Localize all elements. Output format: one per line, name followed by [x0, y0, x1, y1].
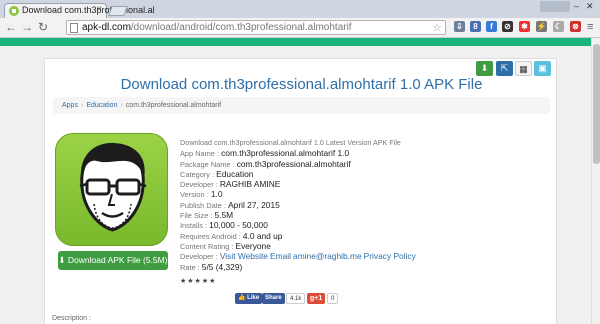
- google-plus-button[interactable]: g+1: [307, 293, 326, 304]
- detail-content-rating: Content Rating : Everyone: [180, 240, 271, 251]
- detail-developer-links: Developer : Visit Website Email amine@ra…: [180, 251, 416, 262]
- scrollbar-thumb[interactable]: [593, 44, 600, 164]
- site-header-bar: [0, 38, 600, 46]
- download-apk-button[interactable]: ⬇ Download APK File (5.5M): [58, 251, 168, 270]
- page-scrollbar[interactable]: [591, 38, 600, 324]
- extension-icon[interactable]: ⚡: [536, 21, 547, 32]
- breadcrumb-apps[interactable]: Apps: [62, 102, 78, 109]
- extension-icon[interactable]: ☾: [553, 21, 564, 32]
- app-icon: [55, 133, 168, 246]
- description-label: Description :: [52, 315, 91, 322]
- tab-close-icon[interactable]: ×: [96, 4, 102, 15]
- android-favicon-icon: [9, 6, 19, 16]
- app-panel: ⬇ ⇱ ▦ ▣ Download com.th3professional.alm…: [44, 58, 557, 324]
- extension-icon[interactable]: ✱: [519, 21, 530, 32]
- profile-chip[interactable]: [540, 1, 570, 12]
- back-icon[interactable]: ←: [5, 21, 17, 33]
- breadcrumb-education[interactable]: Education: [86, 102, 117, 109]
- email-label: Email: [270, 251, 291, 262]
- lock-action-button[interactable]: ▣: [534, 61, 551, 76]
- download-icon: ⬇: [58, 255, 68, 265]
- privacy-policy-link[interactable]: Privacy Policy: [364, 251, 416, 261]
- bookmark-star-icon[interactable]: ☆: [432, 21, 442, 34]
- detail-package-name: Package Name : com.th3professional.almoh…: [180, 158, 351, 169]
- extension-icon[interactable]: 8: [470, 21, 481, 32]
- qr-code-button[interactable]: ▦: [515, 61, 532, 76]
- visit-website-link[interactable]: Visit Website: [220, 251, 268, 261]
- facebook-share-button[interactable]: Share: [262, 293, 285, 304]
- forward-icon[interactable]: →: [21, 21, 33, 33]
- page-viewport: ⬇ ⇱ ▦ ▣ Download com.th3professional.alm…: [0, 38, 600, 324]
- tab-title: Download com.th3professional.al: [22, 5, 155, 15]
- share-action-button[interactable]: ⇱: [496, 61, 513, 76]
- browser-tab[interactable]: Download com.th3professional.al ×: [4, 3, 155, 18]
- url-text: apk-dl.com/download/android/com.th3profe…: [82, 22, 352, 33]
- details-heading: Download com.th3professional.almohtarif …: [180, 138, 401, 147]
- extension-icon[interactable]: ⇩: [454, 21, 465, 32]
- detail-app-name: App Name : com.th3professional.almohtari…: [180, 148, 350, 159]
- detail-category: Category : Education: [180, 168, 254, 179]
- detail-installs: Installs : 10,000 - 50,000: [180, 220, 268, 231]
- detail-version: Version : 1.0: [180, 189, 223, 200]
- address-bar[interactable]: apk-dl.com/download/android/com.th3profe…: [66, 20, 446, 35]
- app-details: Download com.th3professional.almohtarif …: [180, 138, 550, 272]
- facebook-count: 4.1k: [286, 293, 306, 304]
- detail-file-size: File Size : 5.5M: [180, 210, 234, 221]
- page-icon: [70, 23, 78, 33]
- menu-icon[interactable]: ≡: [587, 21, 593, 33]
- download-action-button[interactable]: ⬇: [476, 61, 493, 76]
- google-plus-count: 0: [327, 293, 339, 304]
- detail-rate: Rate : 5/5 (4,329): [180, 261, 243, 272]
- detail-publish-date: Publish Date : April 27, 2015: [180, 199, 280, 210]
- face-illustration-icon: [79, 142, 147, 232]
- detail-developer: Developer : RAGHIB AMINE: [180, 179, 281, 190]
- minimize-icon[interactable]: –: [574, 1, 579, 11]
- reload-icon[interactable]: ↻: [38, 21, 48, 33]
- rating-stars: ★★★★★: [180, 278, 217, 285]
- browser-toolbar: ← → ↻ apk-dl.com/download/android/com.th…: [0, 18, 600, 38]
- close-window-icon[interactable]: ✕: [586, 1, 594, 12]
- facebook-like-button[interactable]: 👍 Like: [235, 293, 263, 304]
- detail-requires-android: Requires Android : 4.0 and up: [180, 230, 283, 241]
- email-link[interactable]: amine@raghib.me: [293, 251, 362, 261]
- breadcrumb-current: com.th3professional.almohtarif: [125, 102, 222, 109]
- extension-icon[interactable]: ⊗: [570, 21, 581, 32]
- thumbs-up-icon: 👍: [238, 295, 246, 301]
- extension-icon[interactable]: ⊘: [502, 21, 513, 32]
- breadcrumb: Apps › Education › com.th3professional.almoh…: [53, 97, 550, 114]
- browser-titlebar: Download com.th3professional.al × – ✕: [0, 0, 600, 18]
- extension-icon[interactable]: f: [486, 21, 497, 32]
- page-title: Download com.th3professional.almohtarif …: [120, 76, 483, 93]
